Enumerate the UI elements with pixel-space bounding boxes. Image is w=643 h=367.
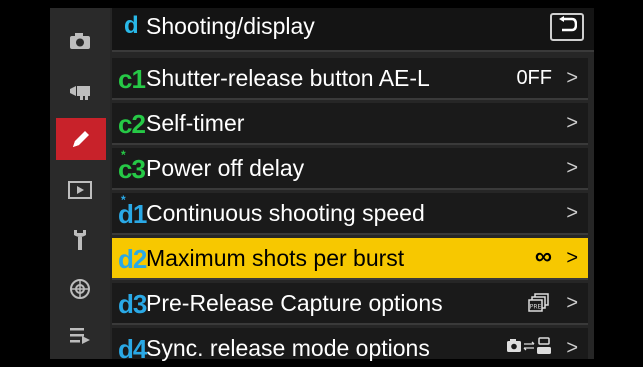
tab-setup[interactable] <box>58 223 102 257</box>
item-label: Maximum shots per burst <box>146 245 405 271</box>
menu-tab-sidebar <box>50 8 110 359</box>
item-code: c2 <box>118 109 146 139</box>
menu-item-c3[interactable]: * c3 Power off delay > <box>112 148 588 190</box>
star-icon: * <box>121 193 126 207</box>
item-code: d3 <box>118 289 147 319</box>
camera-icon <box>69 32 91 50</box>
movie-camera-icon <box>68 82 92 100</box>
menu-item-c2[interactable]: c2 Self-timer > <box>112 103 588 145</box>
chevron-right-icon: > <box>566 247 578 269</box>
item-code: c1 <box>118 64 146 94</box>
page-title: Shooting/display <box>146 13 315 39</box>
item-value: ∞ <box>534 243 552 270</box>
tab-custom-settings[interactable] <box>56 118 106 160</box>
chevron-right-icon: > <box>566 202 578 224</box>
item-value: 0FF <box>516 67 552 89</box>
svg-text:PRE: PRE <box>530 304 542 311</box>
item-code: * c3 <box>118 148 146 184</box>
tab-playback[interactable] <box>58 173 102 207</box>
chevron-right-icon: > <box>566 112 578 134</box>
item-code: d2 <box>118 244 147 274</box>
tab-video-recording[interactable] <box>58 74 102 108</box>
item-label: Shutter-release button AE-L <box>146 65 430 91</box>
menu-content: d Shooting/display c1 Shutter-release bu… <box>112 8 594 364</box>
menu-item-d3[interactable]: d3 Pre-Release Capture options PRE > <box>112 283 588 325</box>
back-button[interactable] <box>550 13 584 41</box>
my-menu-icon <box>69 326 91 344</box>
pre-release-icon: PRE <box>528 293 550 319</box>
camera-menu-screen: d Shooting/display c1 Shutter-release bu… <box>50 8 594 364</box>
wrench-icon <box>72 229 88 251</box>
menu-item-d1[interactable]: * d1 Continuous shooting speed > <box>112 193 588 235</box>
item-code: d4 <box>118 334 147 364</box>
menu-item-c1[interactable]: c1 Shutter-release button AE-L 0FF > <box>112 58 588 100</box>
chevron-right-icon: > <box>566 292 578 314</box>
menu-item-d2[interactable]: d2 Maximum shots per burst ∞ > <box>112 238 588 280</box>
chevron-right-icon: > <box>566 337 578 359</box>
item-label: Self-timer <box>146 110 245 136</box>
playback-icon <box>68 181 92 199</box>
tab-photo-shooting[interactable] <box>58 24 102 58</box>
chevron-right-icon: > <box>566 157 578 179</box>
menu-header: d Shooting/display <box>112 8 594 52</box>
return-icon <box>557 15 578 39</box>
menu-item-d4[interactable]: d4 Sync. release mode options > <box>112 328 588 364</box>
item-label: Sync. release mode options <box>146 335 430 361</box>
item-code: * d1 <box>118 193 147 229</box>
item-label: Continuous shooting speed <box>146 200 425 226</box>
sync-release-icon <box>506 337 554 361</box>
tab-network[interactable] <box>58 272 102 306</box>
star-icon: * <box>121 148 126 162</box>
tab-my-menu[interactable] <box>58 318 102 352</box>
item-label: Pre-Release Capture options <box>146 290 443 316</box>
section-letter: d <box>124 12 139 39</box>
network-icon <box>69 278 91 300</box>
pencil-icon <box>70 128 92 150</box>
item-label: Power off delay <box>146 155 305 181</box>
chevron-right-icon: > <box>566 67 578 89</box>
